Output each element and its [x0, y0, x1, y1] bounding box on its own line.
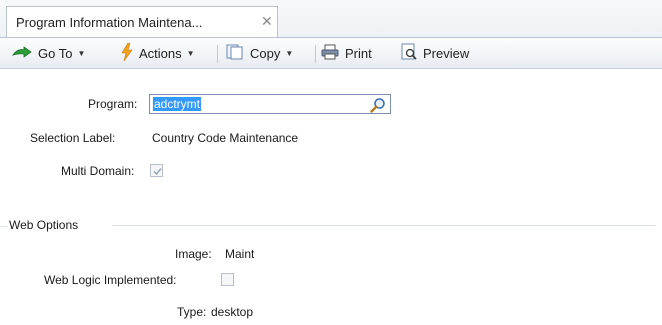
- chevron-down-icon: ▼: [285, 49, 294, 58]
- toolbar-separator: [315, 45, 316, 63]
- group-border: [112, 225, 656, 226]
- selection-label-value: Country Code Maintenance: [152, 131, 299, 145]
- type-label: Type:: [177, 305, 207, 319]
- actions-button[interactable]: Actions ▼: [121, 38, 195, 69]
- search-icon[interactable]: [370, 97, 386, 116]
- chevron-down-icon: ▼: [77, 49, 86, 58]
- actions-label: Actions: [139, 46, 182, 61]
- web-options-title: Web Options: [9, 218, 79, 232]
- multi-domain-label: Multi Domain:: [61, 164, 135, 178]
- copy-label: Copy: [250, 46, 281, 61]
- chevron-down-icon: ▼: [186, 49, 195, 58]
- toolbar: Go To ▼ Actions ▼ Copy ▼ Print Preview: [0, 37, 662, 69]
- tab-program-information[interactable]: Program Information Maintena... ✕: [6, 6, 278, 37]
- selection-label-label: Selection Label:: [30, 131, 116, 145]
- printer-icon: [321, 44, 339, 63]
- copy-icon: [226, 44, 244, 63]
- toolbar-separator: [217, 45, 218, 63]
- multi-domain-checkbox[interactable]: [150, 164, 163, 177]
- preview-icon: [401, 43, 417, 64]
- tab-strip: Program Information Maintena... ✕: [0, 0, 662, 38]
- program-input[interactable]: adctrymt: [149, 94, 391, 114]
- image-label: Image:: [175, 247, 212, 261]
- tab-title: Program Information Maintena...: [16, 15, 203, 30]
- web-logic-label: Web Logic Implemented:: [44, 273, 177, 287]
- image-value: Maint: [225, 247, 255, 261]
- copy-button[interactable]: Copy ▼: [226, 38, 293, 69]
- program-input-value: adctrymt: [153, 97, 202, 111]
- arrow-icon: [11, 45, 32, 62]
- web-logic-checkbox[interactable]: [221, 273, 234, 286]
- lightning-icon: [121, 42, 133, 64]
- program-label: Program:: [88, 97, 138, 111]
- group-border: [0, 226, 8, 227]
- goto-label: Go To: [38, 46, 73, 61]
- print-button[interactable]: Print: [321, 38, 372, 69]
- preview-label: Preview: [423, 46, 470, 61]
- preview-button[interactable]: Preview: [401, 38, 469, 69]
- close-icon[interactable]: ✕: [261, 13, 273, 30]
- type-value: desktop: [211, 305, 254, 319]
- goto-button[interactable]: Go To ▼: [11, 38, 86, 69]
- print-label: Print: [345, 46, 372, 61]
- checkmark-icon: [153, 168, 162, 176]
